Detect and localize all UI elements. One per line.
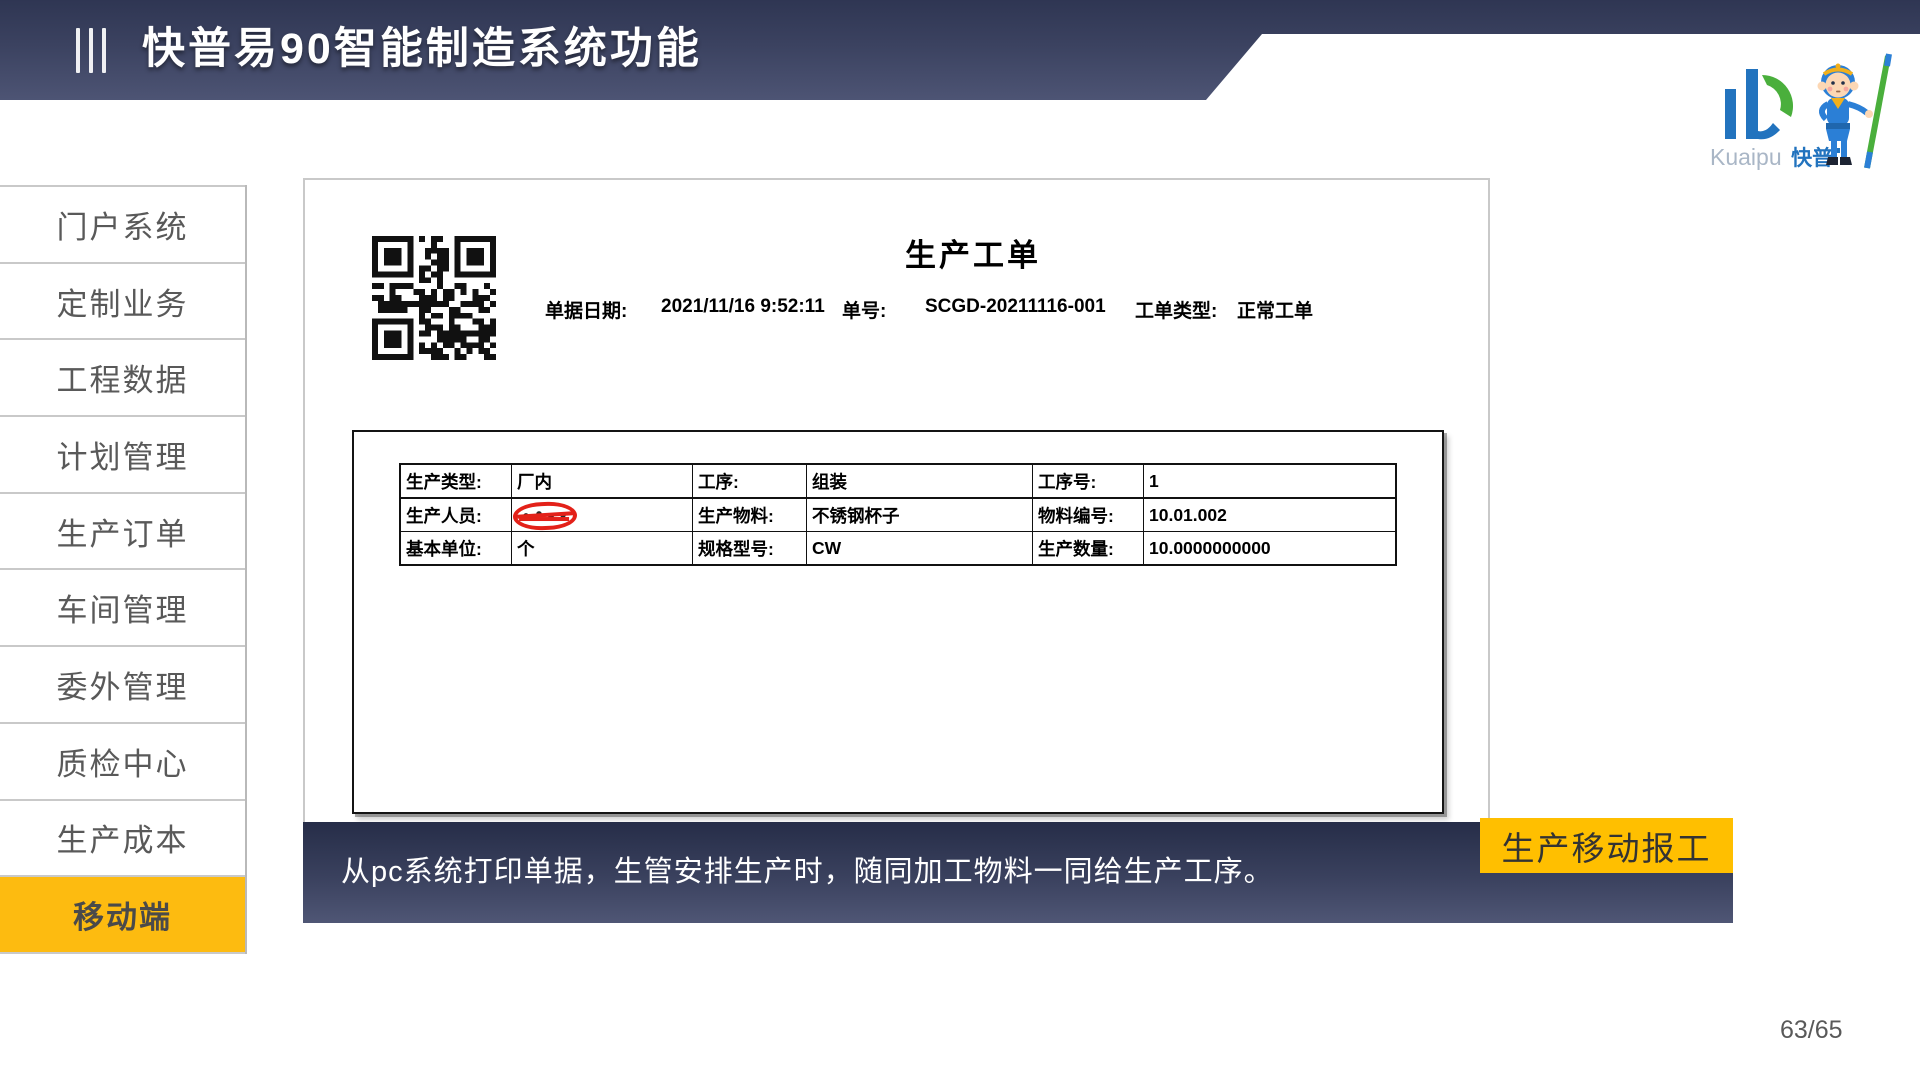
cell-label: 工序:	[693, 464, 807, 498]
monkey-mascot-icon	[1800, 52, 1905, 174]
cell-value: 个	[512, 532, 693, 566]
sidebar-item-plan-management[interactable]: 计划管理	[0, 415, 245, 492]
sidebar-item-workshop-management[interactable]: 车间管理	[0, 568, 245, 645]
cell-label: 生产类型:	[400, 464, 512, 498]
cell-value: CW	[807, 532, 1033, 566]
cell-value	[512, 498, 693, 532]
meta-ordertype-label: 工单类型:	[1135, 296, 1217, 323]
cell-label: 工序号:	[1033, 464, 1144, 498]
cell-value: 10.0000000000	[1144, 532, 1397, 566]
kuaipu-logo: Kuaipu 快普	[1700, 52, 1915, 177]
sidebar-item-custom-business[interactable]: 定制业务	[0, 262, 245, 339]
kp-mark-icon	[1720, 66, 1800, 150]
meta-orderno-label: 单号:	[842, 296, 886, 323]
sidebar-item-production-order[interactable]: 生产订单	[0, 492, 245, 569]
callout-text: 从pc系统打印单据，生管安排生产时，随同加工物料一同给生产工序。	[341, 822, 1274, 923]
cell-value: 组装	[807, 464, 1033, 498]
header-banner: 快普易90智能制造系统功能	[0, 0, 1920, 100]
red-scribble-icon	[513, 501, 578, 531]
meta-ordertype-value: 正常工单	[1237, 296, 1313, 323]
cell-value: 厂内	[512, 464, 693, 498]
sidebar-item-quality-center[interactable]: 质检中心	[0, 722, 245, 799]
table-row: 生产类型: 厂内 工序: 组装 工序号: 1	[400, 464, 1396, 498]
cell-value: 不锈钢杯子	[807, 498, 1033, 532]
cell-label: 物料编号:	[1033, 498, 1144, 532]
cell-label: 生产数量:	[1033, 532, 1144, 566]
triple-bar-icon	[76, 28, 106, 73]
qr-code	[372, 236, 496, 360]
table-row: 基本单位: 个 规格型号: CW 生产数量: 10.0000000000	[400, 532, 1396, 566]
work-order-body: 生产类型: 厂内 工序: 组装 工序号: 1 生产人员: 生产物料: 不锈钢杯子…	[352, 430, 1444, 814]
sidebar-item-outsourcing[interactable]: 委外管理	[0, 645, 245, 722]
meta-date-value: 2021/11/16 9:52:11	[661, 296, 825, 318]
redacted-production-staff	[517, 506, 573, 526]
meta-date-label: 单据日期:	[545, 296, 627, 323]
sidebar-item-engineering-data[interactable]: 工程数据	[0, 338, 245, 415]
sidebar-nav: 门户系统 定制业务 工程数据 计划管理 生产订单 车间管理 委外管理 质检中心 …	[0, 185, 247, 954]
work-order-preview-panel: 生产工单 单据日期: 2021/11/16 9:52:11 单号: SCGD-2…	[303, 178, 1490, 824]
cell-label: 生产人员:	[400, 498, 512, 532]
cell-label: 规格型号:	[693, 532, 807, 566]
sidebar-item-mobile[interactable]: 移动端	[0, 875, 245, 954]
cell-label: 基本单位:	[400, 532, 512, 566]
mobile-report-badge[interactable]: 生产移动报工	[1480, 818, 1733, 873]
brand-en: Kuaipu	[1710, 144, 1782, 170]
cell-value: 10.01.002	[1144, 498, 1397, 532]
document-title: 生产工单	[905, 230, 1041, 275]
table-row: 生产人员: 生产物料: 不锈钢杯子 物料编号: 10.01.002	[400, 498, 1396, 532]
work-order-table: 生产类型: 厂内 工序: 组装 工序号: 1 生产人员: 生产物料: 不锈钢杯子…	[399, 463, 1397, 566]
slide: 快普易90智能制造系统功能 Kuaipu 快普	[0, 0, 1920, 1080]
page-indicator: 63/65	[1780, 1016, 1843, 1045]
sidebar-item-portal-system[interactable]: 门户系统	[0, 185, 245, 262]
cell-value: 1	[1144, 464, 1397, 498]
meta-orderno-value: SCGD-20211116-001	[925, 296, 1106, 318]
sidebar-item-production-cost[interactable]: 生产成本	[0, 799, 245, 876]
page-title: 快普易90智能制造系统功能	[142, 0, 702, 100]
cell-label: 生产物料:	[693, 498, 807, 532]
